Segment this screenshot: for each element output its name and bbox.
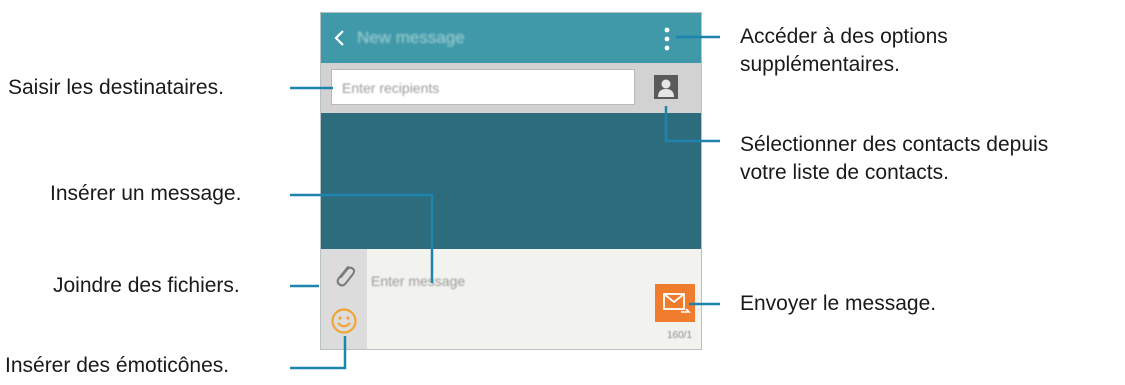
compose-side-panel: [321, 249, 367, 349]
envelope-send-icon: [663, 293, 691, 313]
recipients-bar: Enter recipients: [321, 63, 701, 113]
message-input[interactable]: Enter message: [371, 273, 465, 289]
contact-card-icon[interactable]: [654, 75, 678, 99]
callout-options: Accéder à des options supplémentaires.: [740, 23, 948, 79]
messaging-screen: New message Enter recipients Enter messa…: [320, 12, 702, 350]
callout-attach: Joindre des fichiers.: [53, 274, 240, 297]
callout-send: Envoyer le message.: [740, 292, 937, 315]
callout-contacts-line1: Sélectionner des contacts depuis: [740, 133, 1049, 156]
paperclip-icon[interactable]: [331, 261, 357, 291]
callout-contacts: Sélectionner des contacts depuis votre l…: [740, 131, 1048, 187]
recipients-placeholder: Enter recipients: [342, 80, 440, 96]
callout-recipients: Saisir les destinataires.: [8, 76, 224, 99]
compose-bar: Enter message 160/1: [321, 249, 701, 349]
send-button[interactable]: [655, 284, 695, 322]
callout-contacts-line2: votre liste de contacts.: [740, 161, 949, 184]
more-options-icon[interactable]: [659, 25, 675, 53]
app-header: New message: [321, 13, 701, 63]
smiley-icon[interactable]: [329, 306, 359, 336]
callout-options-line2: supplémentaires.: [740, 53, 900, 76]
callout-emoticons: Insérer des émoticônes.: [5, 354, 230, 377]
recipients-input[interactable]: Enter recipients: [331, 69, 635, 105]
callout-message: Insérer un message.: [50, 182, 242, 205]
chevron-left-icon[interactable]: [329, 26, 351, 50]
character-counter: 160/1: [667, 330, 693, 341]
header-title: New message: [357, 28, 465, 47]
callout-options-line1: Accéder à des options: [740, 25, 948, 48]
